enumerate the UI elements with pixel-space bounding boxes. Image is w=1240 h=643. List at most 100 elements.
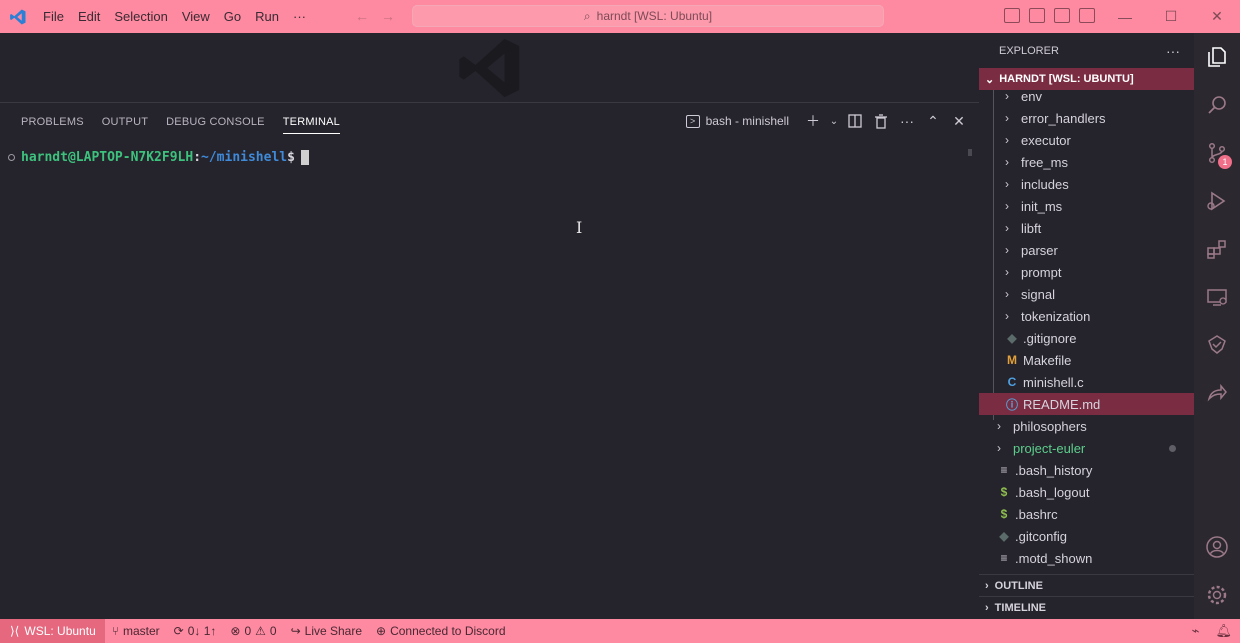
terminal-scrollbar[interactable]: [968, 149, 972, 156]
tab-output[interactable]: OUTPUT: [93, 104, 157, 140]
extensions-icon[interactable]: [1194, 225, 1240, 273]
menu-view[interactable]: View: [175, 9, 217, 24]
chevron-right-icon: ›: [1005, 265, 1009, 279]
chevron-right-icon: ›: [997, 441, 1001, 455]
folder-item[interactable]: › free_ms: [979, 151, 1194, 173]
file-item[interactable]: ◆ .gitignore: [979, 327, 1194, 349]
explorer-files-icon[interactable]: [1194, 33, 1240, 81]
close-panel-icon[interactable]: ✕: [949, 110, 969, 132]
tree-item-label: project-euler: [1013, 440, 1086, 456]
outline-label: OUTLINE: [994, 579, 1043, 592]
tree-item-label: .motd_shown: [1015, 550, 1093, 566]
menu-go[interactable]: Go: [217, 9, 248, 24]
trash-icon[interactable]: [871, 110, 891, 132]
command-decoration-icon[interactable]: [8, 154, 15, 161]
notifications-icon[interactable]: 🔔︎: [1215, 623, 1232, 639]
file-item[interactable]: ◆ .gitconfig: [979, 525, 1194, 547]
command-center[interactable]: ⌕ harndt [WSL: Ubuntu]: [412, 5, 884, 27]
folder-item[interactable]: › parser: [979, 239, 1194, 261]
shell-file-icon: $: [1000, 507, 1008, 521]
outline-section[interactable]: › OUTLINE: [979, 574, 1194, 596]
new-terminal-icon[interactable]: ＋: [803, 110, 823, 132]
chevron-right-icon: ›: [985, 601, 989, 614]
toggle-secondary-sidebar-icon[interactable]: [1054, 8, 1070, 23]
terminal-cursor: [300, 150, 309, 165]
more-actions-icon[interactable]: ···: [897, 110, 917, 132]
editor-area: [0, 33, 979, 103]
testing-icon[interactable]: [1194, 321, 1240, 369]
c-file-icon: C: [1007, 375, 1017, 389]
terminal-prompt[interactable]: harndt@LAPTOP-N7K2F9LH: ~/minishell $: [8, 150, 309, 165]
timeline-section[interactable]: › TIMELINE: [979, 596, 1194, 618]
customize-layout-icon[interactable]: [1079, 8, 1095, 23]
discord-status[interactable]: ⊕ Connected to Discord: [369, 619, 512, 643]
menu-run[interactable]: Run: [248, 9, 286, 24]
folder-item[interactable]: › libft: [979, 217, 1194, 239]
toggle-primary-sidebar-icon[interactable]: [1004, 8, 1020, 23]
accounts-icon[interactable]: [1194, 523, 1240, 571]
live-share-icon[interactable]: [1194, 369, 1240, 417]
source-control-icon[interactable]: 1: [1194, 129, 1240, 177]
vscode-watermark-icon: [455, 33, 525, 108]
branch-indicator[interactable]: ⑂ master: [105, 619, 167, 643]
tree-item-label: parser: [1021, 242, 1058, 258]
text-file-icon: ≡: [1000, 551, 1008, 565]
folder-item[interactable]: › env: [979, 90, 1194, 107]
folder-item[interactable]: › error_handlers: [979, 107, 1194, 129]
menu-selection[interactable]: Selection: [107, 9, 174, 24]
file-item[interactable]: Cminishell.c: [979, 371, 1194, 393]
tab-terminal[interactable]: TERMINAL: [274, 104, 349, 140]
file-item[interactable]: $ .bashrc: [979, 503, 1194, 525]
folder-item[interactable]: › tokenization: [979, 305, 1194, 327]
minimize-icon[interactable]: —: [1102, 0, 1148, 33]
file-item[interactable]: ⓘ README.md: [979, 393, 1194, 415]
problems-indicator[interactable]: ⊗ 0 ⚠ 0: [223, 619, 283, 643]
folder-item[interactable]: › executor: [979, 129, 1194, 151]
file-item[interactable]: ≡ .motd_shown: [979, 547, 1194, 569]
sync-indicator[interactable]: ⟳ 0↓ 1↑: [167, 619, 224, 643]
menu-file[interactable]: File: [36, 9, 71, 24]
terminal-selector[interactable]: > bash - minishell: [685, 114, 789, 128]
workspace-root[interactable]: ⌄ HARNDT [WSL: UBUNTU]: [979, 68, 1194, 90]
folder-item[interactable]: › prompt: [979, 261, 1194, 283]
makefile-icon: M: [1007, 353, 1017, 367]
git-file-icon: ◆: [999, 529, 1009, 543]
split-terminal-icon[interactable]: [845, 110, 865, 132]
warning-icon: ⚠: [255, 624, 266, 638]
search-icon[interactable]: [1194, 81, 1240, 129]
maximize-panel-icon[interactable]: ⌃: [923, 110, 943, 132]
chevron-down-icon[interactable]: ⌄: [829, 110, 839, 132]
live-share-status[interactable]: ↪ Live Share: [284, 619, 369, 643]
globe-icon: ⊕: [376, 624, 387, 638]
remote-explorer-icon[interactable]: [1194, 273, 1240, 321]
file-item[interactable]: $ .bash_logout: [979, 481, 1194, 503]
layout-controls: [1004, 8, 1095, 23]
command-center-label: harndt [WSL: Ubuntu]: [596, 9, 713, 23]
menu-more[interactable]: ···: [286, 9, 313, 24]
live-share-icon: ↪: [290, 624, 301, 638]
forward-arrow-icon[interactable]: →: [381, 8, 395, 24]
back-arrow-icon[interactable]: ←: [355, 8, 369, 24]
git-branch-icon: ⑂: [111, 624, 119, 638]
prompt-path: ~/minishell: [201, 150, 288, 165]
gear-icon[interactable]: [1194, 571, 1240, 619]
file-item[interactable]: ≡ .bash_history: [979, 459, 1194, 481]
folder-item[interactable]: › philosophers: [979, 415, 1194, 437]
menu-bar: File Edit Selection View Go Run ···: [36, 9, 313, 24]
close-icon[interactable]: ✕: [1194, 0, 1240, 33]
remote-indicator[interactable]: ⟩⟨ WSL: Ubuntu: [0, 619, 105, 643]
maximize-icon[interactable]: ☐: [1148, 0, 1194, 33]
tab-debug-console[interactable]: DEBUG CONSOLE: [157, 104, 274, 140]
toggle-panel-icon[interactable]: [1029, 8, 1045, 23]
feedback-icon[interactable]: ⌁: [1192, 623, 1200, 639]
folder-item[interactable]: › signal: [979, 283, 1194, 305]
shell-file-icon: $: [1000, 485, 1008, 499]
folder-item[interactable]: › project-euler: [979, 437, 1194, 459]
tab-problems[interactable]: PROBLEMS: [12, 104, 93, 140]
folder-item[interactable]: › init_ms: [979, 195, 1194, 217]
explorer-more-icon[interactable]: ···: [1166, 43, 1180, 59]
file-item[interactable]: M Makefile: [979, 349, 1194, 371]
run-debug-icon[interactable]: [1194, 177, 1240, 225]
folder-item[interactable]: › includes: [979, 173, 1194, 195]
menu-edit[interactable]: Edit: [71, 9, 107, 24]
